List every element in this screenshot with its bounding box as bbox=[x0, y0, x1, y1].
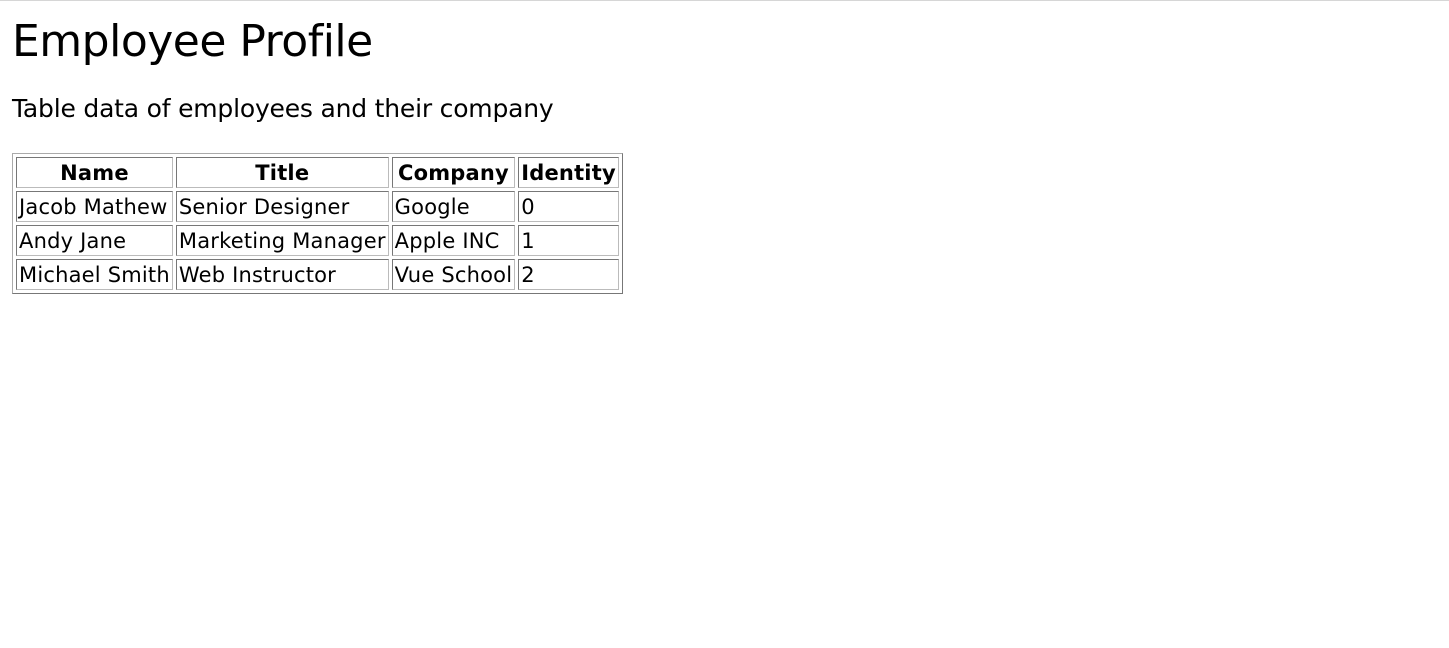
table-row: Michael Smith Web Instructor Vue School … bbox=[16, 259, 619, 290]
page-content: Employee Profile Table data of employees… bbox=[0, 15, 1449, 294]
cell-company: Vue School bbox=[391, 259, 516, 290]
cell-name: Michael Smith bbox=[16, 259, 173, 290]
cell-identity: 2 bbox=[518, 259, 619, 290]
page-title: Employee Profile bbox=[12, 16, 373, 67]
cell-title: Marketing Manager bbox=[175, 225, 389, 256]
table-row: Jacob Mathew Senior Designer Google 0 bbox=[16, 191, 619, 222]
employee-table: Name Title Company Identity Jacob Mathew… bbox=[12, 153, 623, 294]
cell-title: Web Instructor bbox=[175, 259, 389, 290]
column-header-company: Company bbox=[391, 157, 516, 188]
cell-company: Google bbox=[391, 191, 516, 222]
cell-identity: 1 bbox=[518, 225, 619, 256]
column-header-identity: Identity bbox=[518, 157, 619, 188]
cell-company: Apple INC bbox=[391, 225, 516, 256]
cell-title: Senior Designer bbox=[175, 191, 389, 222]
cell-identity: 0 bbox=[518, 191, 619, 222]
column-header-name: Name bbox=[16, 157, 173, 188]
table-header-row: Name Title Company Identity bbox=[16, 157, 619, 188]
table-row: Andy Jane Marketing Manager Apple INC 1 bbox=[16, 225, 619, 256]
cell-name: Andy Jane bbox=[16, 225, 173, 256]
cell-name: Jacob Mathew bbox=[16, 191, 173, 222]
page-subtitle: Table data of employees and their compan… bbox=[12, 94, 554, 123]
column-header-title: Title bbox=[175, 157, 389, 188]
